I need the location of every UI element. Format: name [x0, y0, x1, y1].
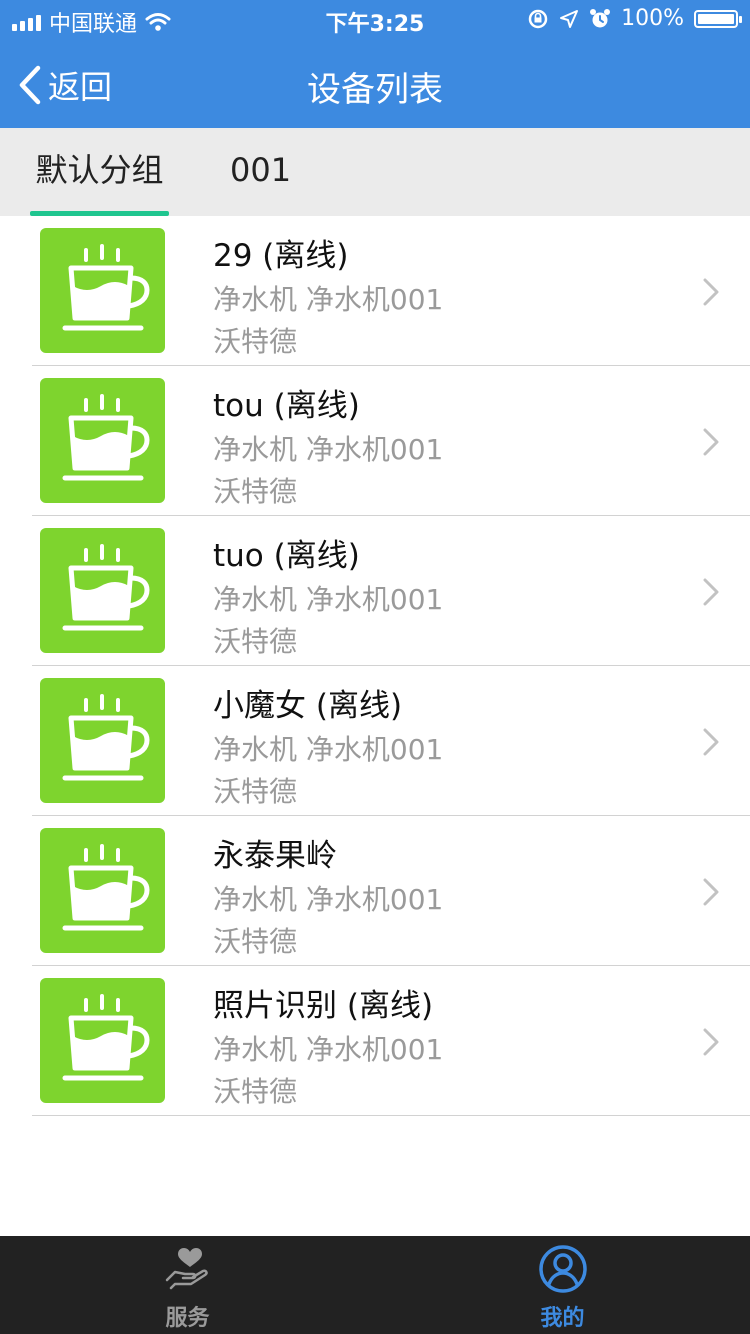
device-thumbnail	[40, 828, 165, 953]
device-name: 永泰果岭	[213, 838, 337, 874]
device-brand: 沃特德	[213, 475, 298, 508]
device-brand: 沃特德	[213, 625, 298, 658]
device-row[interactable]: tou (离线) 净水机 净水机001 沃特德	[0, 366, 750, 516]
location-arrow-icon	[560, 9, 579, 28]
device-type: 净水机 净水机001	[213, 433, 444, 466]
user-profile-icon	[539, 1245, 587, 1293]
device-name: 29 (离线)	[213, 238, 349, 274]
alarm-clock-icon	[590, 8, 611, 27]
device-thumbnail	[40, 978, 165, 1103]
chevron-right-icon	[702, 278, 720, 310]
device-type: 净水机 净水机001	[213, 733, 444, 766]
status-right: 100%	[527, 6, 742, 31]
group-tabs: 默认分组 001	[0, 128, 750, 216]
chevron-right-icon	[702, 1028, 720, 1060]
tab-label: 001	[230, 151, 292, 189]
device-brand: 沃特德	[213, 1075, 298, 1108]
device-row[interactable]: 照片识别 (离线) 净水机 净水机001 沃特德	[0, 966, 750, 1116]
device-thumbnail	[40, 678, 165, 803]
tabbar-label-service: 服务	[165, 1306, 210, 1331]
chevron-right-icon	[702, 428, 720, 460]
device-brand: 沃特德	[213, 925, 298, 958]
tab-default-group[interactable]: 默认分组	[30, 128, 169, 216]
device-name: tuo (离线)	[213, 538, 360, 574]
device-name: 小魔女 (离线)	[213, 688, 403, 724]
device-name: 照片识别 (离线)	[213, 988, 434, 1024]
device-row[interactable]: tuo (离线) 净水机 净水机001 沃特德	[0, 516, 750, 666]
device-thumbnail	[40, 228, 165, 353]
tabbar-item-mine[interactable]: 我的	[375, 1236, 750, 1334]
tabbar-item-service[interactable]: 服务	[0, 1236, 375, 1334]
device-type: 净水机 净水机001	[213, 883, 444, 916]
header: 中国联通 下午3:25 100% 返回 设备列表	[0, 0, 750, 128]
status-bar: 中国联通 下午3:25 100%	[0, 0, 750, 40]
chevron-right-icon	[702, 878, 720, 910]
device-name: tou (离线)	[213, 388, 360, 424]
device-type: 净水机 净水机001	[213, 283, 444, 316]
battery-fill	[698, 13, 734, 24]
battery-icon	[694, 9, 742, 28]
rotation-lock-icon	[528, 9, 548, 28]
chevron-right-icon	[702, 728, 720, 760]
battery-percent: 100%	[621, 6, 684, 31]
service-hand-heart-icon	[165, 1248, 208, 1290]
device-thumbnail	[40, 378, 165, 503]
nav-bar: 返回 设备列表	[0, 40, 750, 128]
row-divider	[32, 1115, 750, 1116]
tab-label: 默认分组	[35, 151, 164, 189]
tab-001[interactable]: 001	[230, 128, 291, 216]
device-row[interactable]: 小魔女 (离线) 净水机 净水机001 沃特德	[0, 666, 750, 816]
device-type: 净水机 净水机001	[213, 1033, 444, 1066]
device-type: 净水机 净水机001	[213, 583, 444, 616]
device-list: 29 (离线) 净水机 净水机001 沃特德 tou (离线) 净水机 净水机001 沃特…	[0, 216, 750, 1116]
device-row[interactable]: 永泰果岭净水机 净水机001 沃特德	[0, 816, 750, 966]
page-title: 设备列表	[307, 70, 443, 110]
tabbar-label-mine: 我的	[540, 1306, 585, 1331]
device-brand: 沃特德	[213, 325, 298, 358]
device-brand: 沃特德	[213, 775, 298, 808]
device-row[interactable]: 29 (离线) 净水机 净水机001 沃特德	[0, 216, 750, 366]
chevron-right-icon	[702, 578, 720, 610]
bottom-tab-bar: 服务 我的	[0, 1236, 750, 1334]
device-thumbnail	[40, 528, 165, 653]
